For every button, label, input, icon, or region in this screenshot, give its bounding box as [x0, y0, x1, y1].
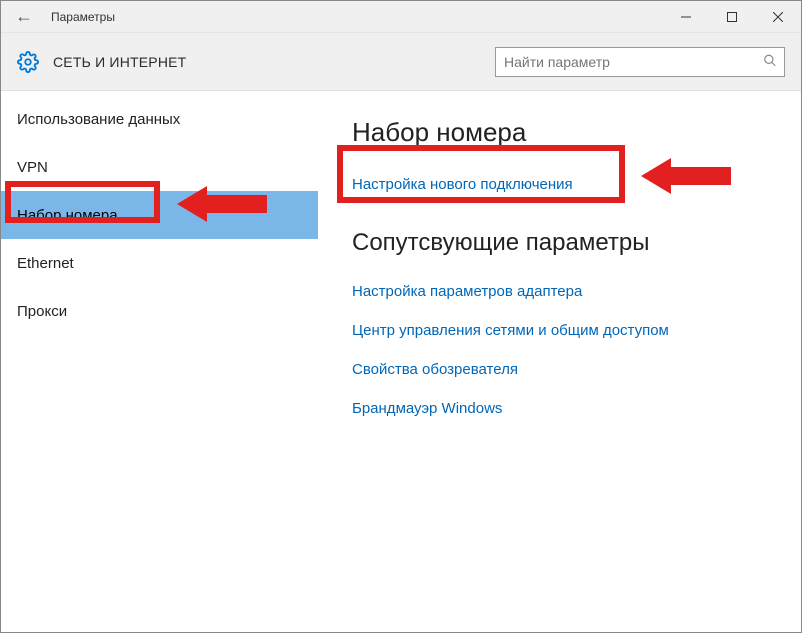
- sidebar-item-label: Прокси: [17, 303, 67, 320]
- close-icon: [773, 12, 783, 22]
- section-heading-related: Сопутсвующие параметры: [352, 229, 767, 257]
- sidebar-item-vpn[interactable]: VPN: [1, 143, 318, 191]
- maximize-button[interactable]: [709, 1, 755, 33]
- header-band: СЕТЬ И ИНТЕРНЕТ: [1, 33, 801, 91]
- content: Набор номера Настройка нового подключени…: [318, 91, 801, 632]
- window-controls: [663, 1, 801, 33]
- close-button[interactable]: [755, 1, 801, 33]
- link-new-connection[interactable]: Настройка нового подключения: [352, 176, 767, 193]
- gear-icon: [17, 51, 39, 73]
- body: Использование данных VPN Набор номера Et…: [1, 91, 801, 632]
- sidebar-item-data-usage[interactable]: Использование данных: [1, 95, 318, 143]
- back-arrow-icon[interactable]: ←: [15, 6, 33, 27]
- sidebar-item-label: Ethernet: [17, 255, 74, 272]
- link-browser-properties[interactable]: Свойства обозревателя: [352, 361, 767, 378]
- minimize-button[interactable]: [663, 1, 709, 33]
- sidebar-item-label: Использование данных: [17, 111, 180, 128]
- sidebar: Использование данных VPN Набор номера Et…: [1, 91, 318, 632]
- header-left: СЕТЬ И ИНТЕРНЕТ: [17, 51, 186, 73]
- link-firewall[interactable]: Брандмауэр Windows: [352, 400, 767, 417]
- link-adapter-settings[interactable]: Настройка параметров адаптера: [352, 283, 767, 300]
- window-title: Параметры: [51, 10, 115, 24]
- sidebar-item-label: Набор номера: [17, 207, 118, 224]
- page-title: СЕТЬ И ИНТЕРНЕТ: [53, 54, 186, 70]
- link-network-center[interactable]: Центр управления сетями и общим доступом: [352, 322, 767, 339]
- search-wrap: [495, 47, 785, 77]
- minimize-icon: [681, 12, 691, 22]
- section-heading-dialup: Набор номера: [352, 117, 767, 148]
- sidebar-item-label: VPN: [17, 159, 48, 176]
- sidebar-item-ethernet[interactable]: Ethernet: [1, 239, 318, 287]
- maximize-icon: [727, 12, 737, 22]
- sidebar-item-proxy[interactable]: Прокси: [1, 287, 318, 335]
- title-bar: ← Параметры: [1, 1, 801, 33]
- title-bar-left: ← Параметры: [1, 6, 115, 27]
- sidebar-item-dialup[interactable]: Набор номера: [1, 191, 318, 239]
- search-input[interactable]: [495, 47, 785, 77]
